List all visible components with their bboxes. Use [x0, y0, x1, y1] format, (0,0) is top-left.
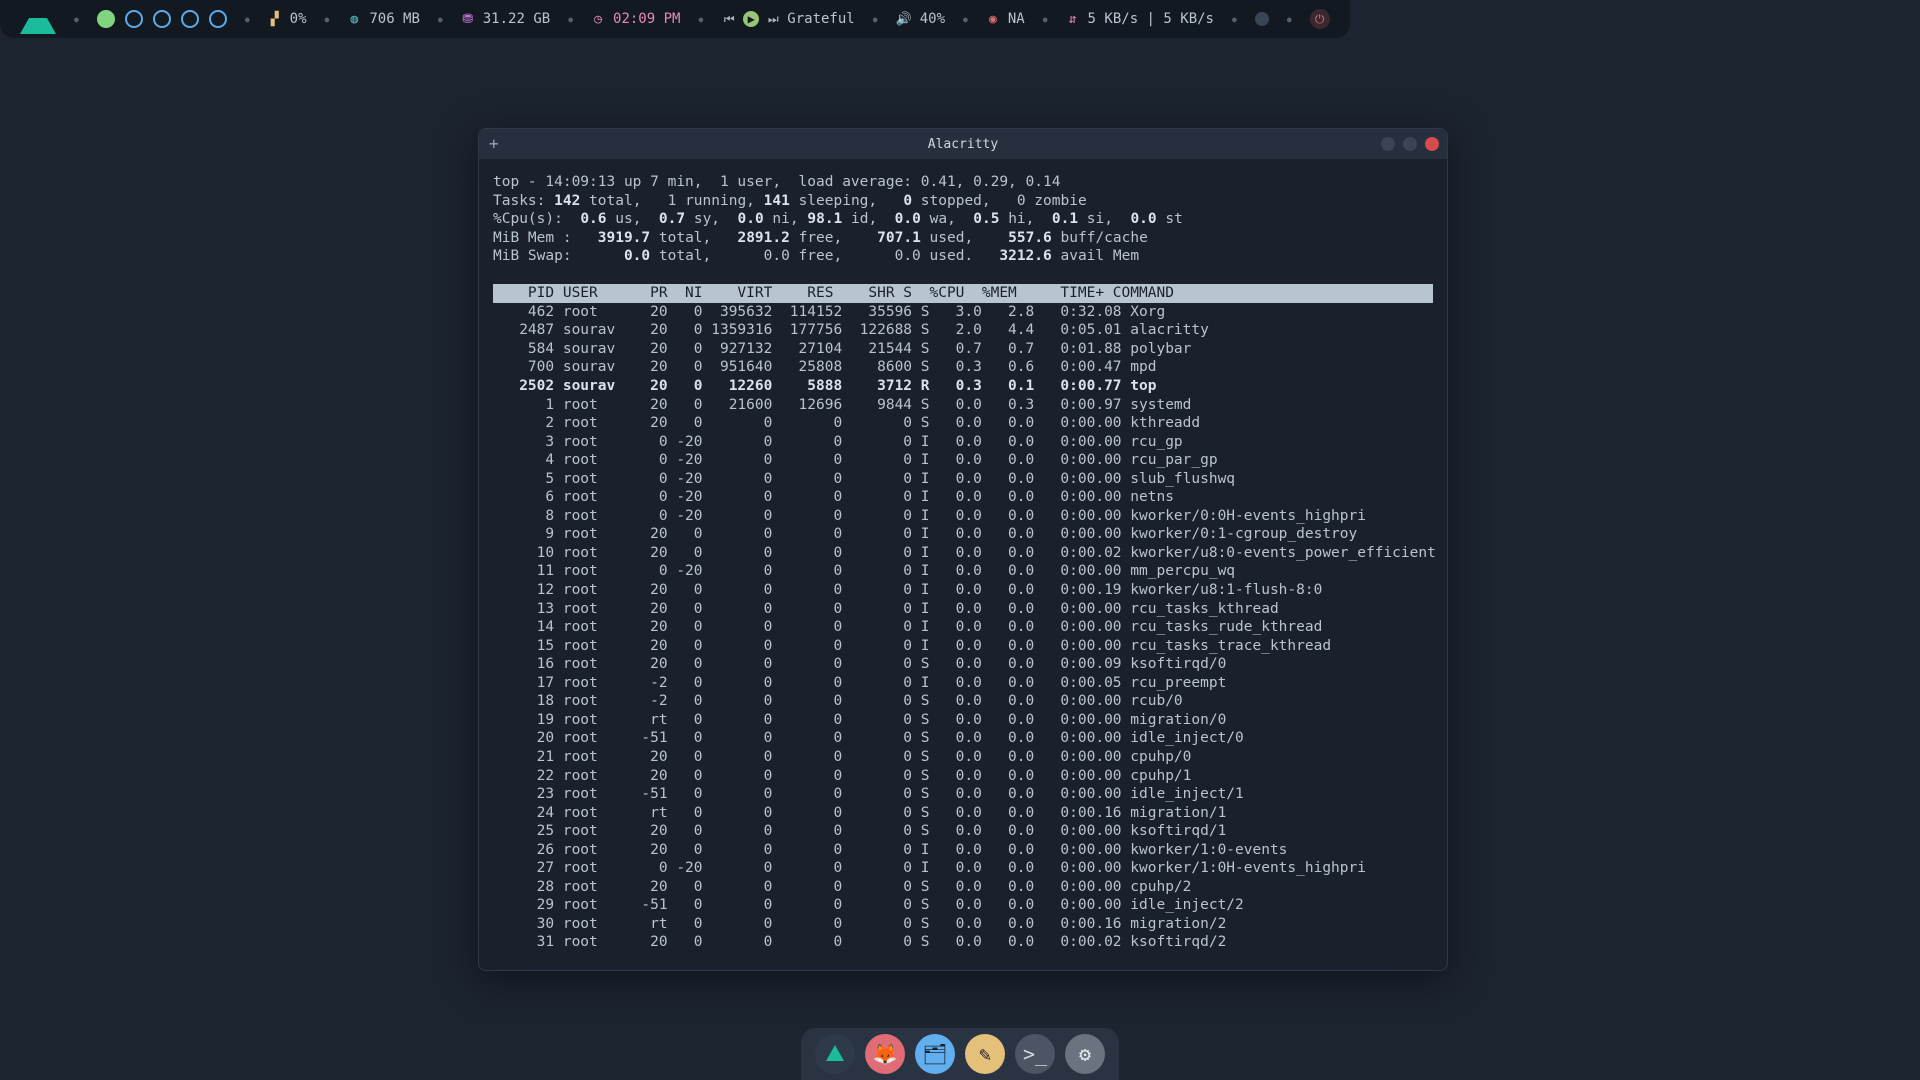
status-bar: ● ● ▞ 0% ● ◍ 706 MB ● ⛃ 31.22 GB ● ◷ 02:09 P…: [0, 0, 1350, 38]
disk-value: 31.22 GB: [483, 11, 550, 27]
network-module[interactable]: ⇵ 5 KB/s | 5 KB/s: [1058, 11, 1222, 27]
window-buttons: [1381, 137, 1439, 151]
volume-value: 40%: [920, 11, 945, 27]
window-title: Alacritty: [479, 137, 1447, 152]
clock-value: 02:09 PM: [613, 11, 680, 27]
arch-icon: [20, 0, 56, 34]
terminal-output[interactable]: top - 14:09:13 up 7 min, 1 user, load av…: [479, 159, 1447, 970]
power-button[interactable]: ⏻: [1302, 9, 1338, 29]
workspace-2[interactable]: [125, 10, 143, 28]
files-icon: 🗂: [922, 1042, 947, 1066]
tray-icon: [1255, 12, 1269, 26]
workspace-switcher[interactable]: [89, 10, 235, 28]
media-play-button[interactable]: ▶: [743, 11, 759, 27]
disk-module[interactable]: ⛃ 31.22 GB: [453, 11, 558, 27]
separator-dot: ●: [568, 15, 573, 24]
workspace-5[interactable]: [209, 10, 227, 28]
separator-dot: ●: [1232, 15, 1237, 24]
clock-module[interactable]: ◷ 02:09 PM: [583, 11, 688, 27]
dock-app-firefox[interactable]: 🦊: [865, 1034, 905, 1074]
dock-app-settings[interactable]: ⚙: [1065, 1034, 1105, 1074]
updates-icon: ◉: [986, 12, 1000, 27]
chart-icon: ▞: [268, 12, 282, 27]
volume-icon: 🔊: [896, 12, 912, 27]
updates-value: NA: [1008, 11, 1025, 27]
new-tab-button[interactable]: +: [489, 136, 499, 152]
volume-module[interactable]: 🔊 40%: [888, 11, 953, 27]
media-title: Grateful: [787, 11, 854, 27]
network-value: 5 KB/s | 5 KB/s: [1088, 11, 1214, 27]
separator-dot: ●: [698, 15, 703, 24]
separator-dot: ●: [74, 15, 79, 24]
dock-app-launcher[interactable]: [815, 1034, 855, 1074]
dock-app-files[interactable]: 🗂: [915, 1034, 955, 1074]
ram-value: 706 MB: [369, 11, 420, 27]
arch-icon: [826, 1045, 844, 1061]
gear-icon: ⚙: [1079, 1042, 1091, 1066]
separator-dot: ●: [963, 15, 968, 24]
editor-icon: ✎: [979, 1042, 991, 1066]
cpu-value: 0%: [290, 11, 307, 27]
network-icon: ⇵: [1066, 12, 1080, 27]
window-titlebar[interactable]: + Alacritty: [479, 129, 1447, 159]
ram-module[interactable]: ◍ 706 MB: [339, 11, 428, 27]
dock-app-editor[interactable]: ✎: [965, 1034, 1005, 1074]
arch-menu[interactable]: [12, 2, 64, 36]
separator-dot: ●: [438, 15, 443, 24]
separator-dot: ●: [1287, 15, 1292, 24]
cpu-module[interactable]: ▞ 0%: [260, 11, 315, 27]
workspace-4[interactable]: [181, 10, 199, 28]
close-button[interactable]: [1425, 137, 1439, 151]
tray-indicator[interactable]: [1247, 12, 1277, 26]
memory-icon: ◍: [347, 12, 361, 27]
terminal-window: + Alacritty top - 14:09:13 up 7 min, 1 u…: [478, 128, 1448, 971]
media-next-button[interactable]: ⏭: [765, 11, 781, 27]
maximize-button[interactable]: [1403, 137, 1417, 151]
firefox-icon: 🦊: [873, 1042, 898, 1066]
media-prev-button[interactable]: ⏮: [721, 11, 737, 27]
workspace-3[interactable]: [153, 10, 171, 28]
clock-icon: ◷: [591, 12, 605, 27]
workspace-1[interactable]: [97, 10, 115, 28]
media-controls: ⏮ ▶ ⏭ Grateful: [713, 11, 862, 27]
terminal-icon: >_: [1023, 1042, 1047, 1066]
separator-dot: ●: [325, 15, 330, 24]
dock-app-terminal[interactable]: >_: [1015, 1034, 1055, 1074]
dock: 🦊 🗂 ✎ >_ ⚙: [801, 1028, 1119, 1080]
separator-dot: ●: [245, 15, 250, 24]
power-icon: ⏻: [1310, 9, 1330, 29]
separator-dot: ●: [1043, 15, 1048, 24]
separator-dot: ●: [873, 15, 878, 24]
updates-module[interactable]: ◉ NA: [978, 11, 1033, 27]
disk-icon: ⛃: [461, 12, 475, 27]
minimize-button[interactable]: [1381, 137, 1395, 151]
